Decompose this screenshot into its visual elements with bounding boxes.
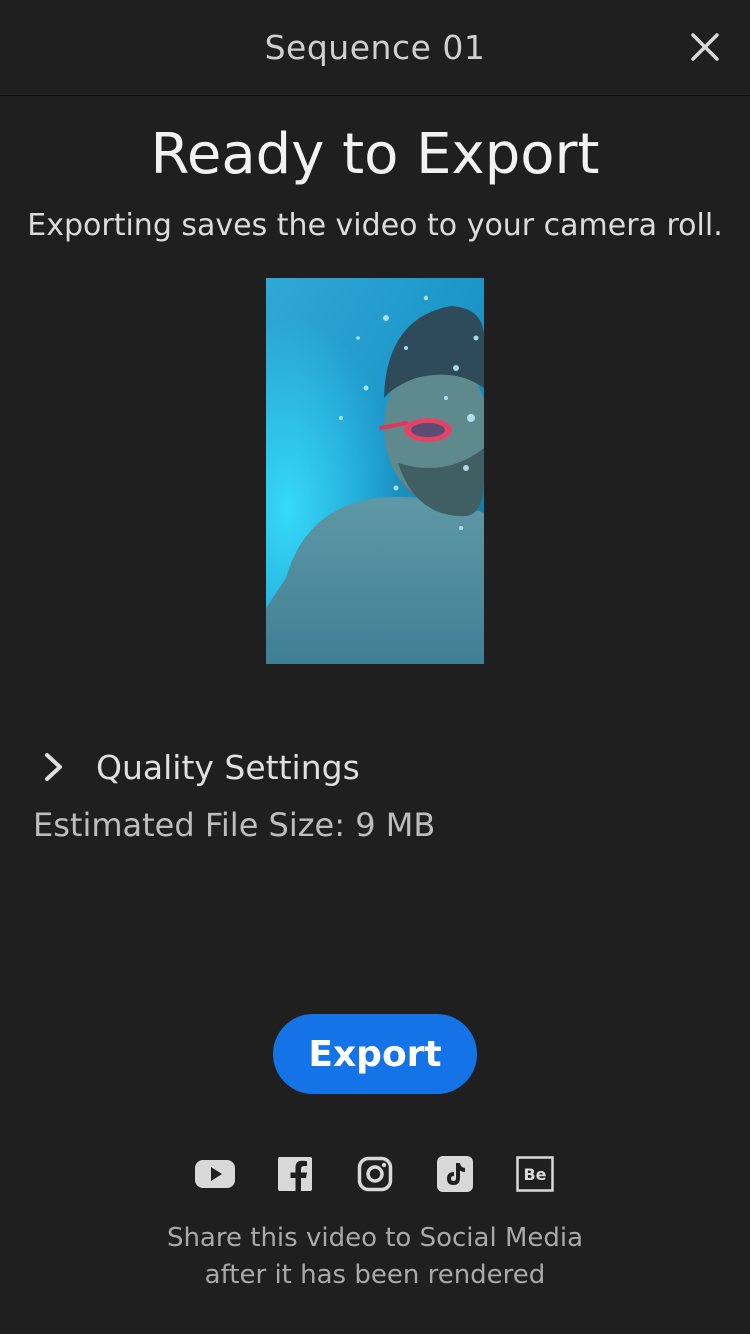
- sequence-title: Sequence 01: [264, 28, 486, 67]
- chevron-right-icon: [36, 747, 74, 787]
- quality-settings-label: Quality Settings: [96, 747, 360, 787]
- share-caption-line-1: Share this video to Social Media: [166, 1223, 584, 1253]
- quality-settings-toggle[interactable]: Quality Settings: [36, 742, 360, 792]
- social-share-bar: Be: [0, 1154, 750, 1194]
- export-button[interactable]: Export: [273, 1014, 477, 1094]
- tiktok-icon[interactable]: [435, 1154, 475, 1194]
- share-caption: Share this video to Social Media after i…: [0, 1220, 750, 1294]
- behance-icon[interactable]: Be: [515, 1154, 555, 1194]
- top-bar: Sequence 01: [0, 0, 750, 96]
- share-caption-line-2: after it has been rendered: [204, 1260, 546, 1290]
- estimated-file-size: Estimated File Size: 9 MB: [33, 806, 436, 844]
- close-icon[interactable]: [688, 30, 722, 64]
- youtube-icon[interactable]: [195, 1154, 235, 1194]
- facebook-icon[interactable]: [275, 1154, 315, 1194]
- export-subtitle: Exporting saves the video to your camera…: [27, 208, 723, 243]
- instagram-icon[interactable]: [355, 1154, 395, 1194]
- svg-text:Be: Be: [523, 1165, 546, 1184]
- page-title: Ready to Export: [150, 122, 600, 187]
- video-thumbnail: [266, 278, 484, 664]
